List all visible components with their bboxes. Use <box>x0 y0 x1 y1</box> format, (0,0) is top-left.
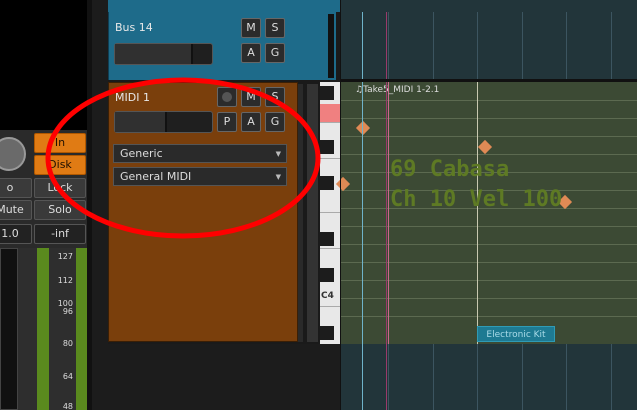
piano-keyboard[interactable]: C4 <box>320 82 340 344</box>
bus-track-header[interactable]: Bus 14 M S A G <box>108 12 336 80</box>
scale-label: 127 <box>57 252 73 261</box>
midi-mode-value: General MIDI <box>120 170 192 183</box>
mute-button[interactable]: M <box>241 87 261 107</box>
note-info-line: 69 Cabasa <box>390 157 510 182</box>
playlist-button[interactable]: P <box>217 112 237 132</box>
mute-button[interactable]: Mute <box>0 200 32 220</box>
chevron-down-icon: ▼ <box>275 173 281 181</box>
track-name[interactable]: MIDI 1 <box>115 91 150 104</box>
track-name[interactable]: Bus 14 <box>115 21 153 34</box>
track-meter <box>328 14 334 78</box>
level-meter <box>37 248 49 410</box>
note-info-line: Ch 10 Vel 100 <box>390 187 563 212</box>
gain-fader[interactable] <box>0 248 18 410</box>
automation-button[interactable]: A <box>241 112 261 132</box>
level-meter-right <box>76 248 87 410</box>
note-info-tooltip: 69 Cabasa Ch 10 Vel 100 <box>390 155 562 215</box>
empty-track-area <box>92 344 340 410</box>
playback-button[interactable]: o <box>0 178 32 198</box>
midi-track-header[interactable]: MIDI 1 M S P A G Generic ▼ General MIDI … <box>108 82 298 342</box>
note-range-scroller[interactable] <box>307 84 318 342</box>
black-key[interactable] <box>320 176 334 190</box>
fader-area: 127 112 100 96 80 64 48 <box>0 248 87 410</box>
scale-label: 96 <box>62 307 73 316</box>
track-fader[interactable] <box>114 111 213 133</box>
highlighted-key[interactable] <box>320 104 340 122</box>
track-top-edge <box>108 0 340 12</box>
marker-line <box>388 82 389 344</box>
mixer-strip: In Disk o Lock Mute Solo 1.0 -inf 127 11… <box>0 0 87 410</box>
solo-button[interactable]: S <box>265 18 285 38</box>
scale-label: 112 <box>57 276 73 285</box>
track-gutter <box>92 0 108 344</box>
group-button[interactable]: G <box>265 112 285 132</box>
chevron-down-icon: ▼ <box>275 150 281 158</box>
record-button[interactable] <box>217 87 237 107</box>
black-key[interactable] <box>320 326 334 340</box>
mixer-strip-top <box>0 0 87 130</box>
black-key[interactable] <box>320 140 334 154</box>
playhead[interactable] <box>362 0 363 410</box>
disk-button[interactable]: Disk <box>34 155 86 175</box>
region-name: ♫Take5_MIDI 1-2.1 <box>355 85 440 95</box>
instrument-region[interactable]: Electronic Kit <box>477 326 555 342</box>
gain-display[interactable]: 1.0 <box>0 224 32 244</box>
solo-button[interactable]: Solo <box>34 200 86 220</box>
black-key[interactable] <box>320 268 334 282</box>
input-button[interactable]: In <box>34 133 86 153</box>
track-meter-column <box>298 82 320 344</box>
scale-label: 64 <box>62 372 73 381</box>
trim-knob[interactable] <box>0 137 26 171</box>
black-key[interactable] <box>320 86 334 100</box>
octave-label: C4 <box>321 291 334 301</box>
patch-selector-value: Generic <box>120 147 163 160</box>
midi-mode-selector[interactable]: General MIDI ▼ <box>113 167 287 186</box>
automation-button[interactable]: A <box>241 43 261 63</box>
loop-marker-line <box>386 0 387 410</box>
mute-button[interactable]: M <box>241 18 261 38</box>
scale-label: 48 <box>62 402 73 410</box>
peak-display: -inf <box>34 224 86 244</box>
scale-label: 80 <box>62 339 73 348</box>
lock-button[interactable]: Lock <box>34 178 86 198</box>
solo-button[interactable]: S <box>265 87 285 107</box>
group-button[interactable]: G <box>265 43 285 63</box>
track-fader[interactable] <box>114 43 213 65</box>
black-key[interactable] <box>320 232 334 246</box>
patch-selector[interactable]: Generic ▼ <box>113 144 287 163</box>
